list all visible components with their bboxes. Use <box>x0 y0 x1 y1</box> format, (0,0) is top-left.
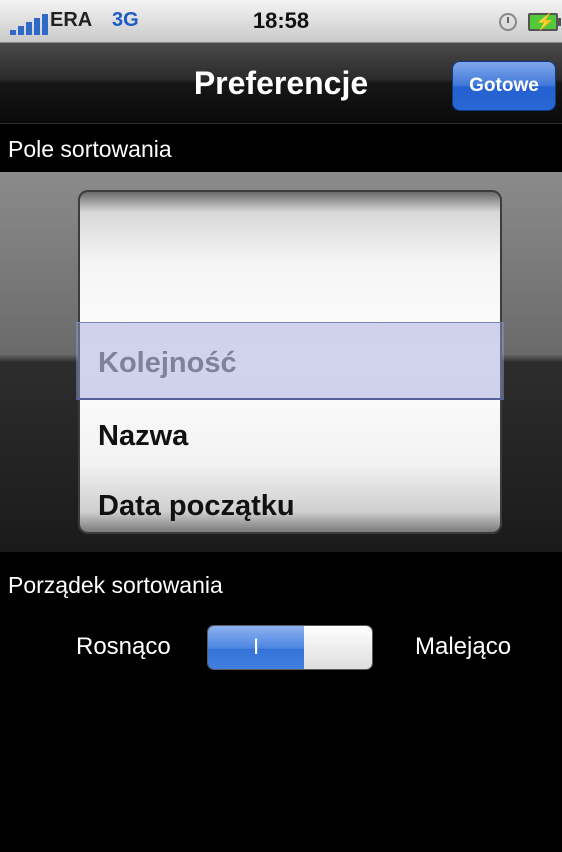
sort-order-toggle[interactable]: I <box>207 625 373 670</box>
sort-order-label: Porządek sortowania <box>8 572 223 598</box>
status-bar: ERA 3G 18:58 ⚡ <box>0 0 562 43</box>
sort-field-label: Pole sortowania <box>8 136 172 162</box>
status-time: 18:58 <box>252 8 310 33</box>
ascending-label: Rosnąco <box>76 633 171 660</box>
alarm-icon <box>499 13 517 31</box>
sort-order-row: Rosnąco I Malejąco <box>0 625 562 671</box>
picker-option-data-poczatku[interactable]: Data początku <box>98 490 295 523</box>
descending-label: Malejąco <box>415 633 512 660</box>
battery-charging-icon: ⚡ <box>528 13 561 31</box>
toggle-on-indicator: I <box>252 634 260 659</box>
navigation-bar: Preferencje Gotowe <box>0 43 562 124</box>
toggle-thumb[interactable] <box>304 626 372 669</box>
toggle-on-side: I <box>208 626 304 669</box>
picker-selection-indicator <box>76 322 504 400</box>
done-button[interactable]: Gotowe <box>452 61 556 111</box>
picker-option-nazwa[interactable]: Nazwa <box>98 420 188 453</box>
